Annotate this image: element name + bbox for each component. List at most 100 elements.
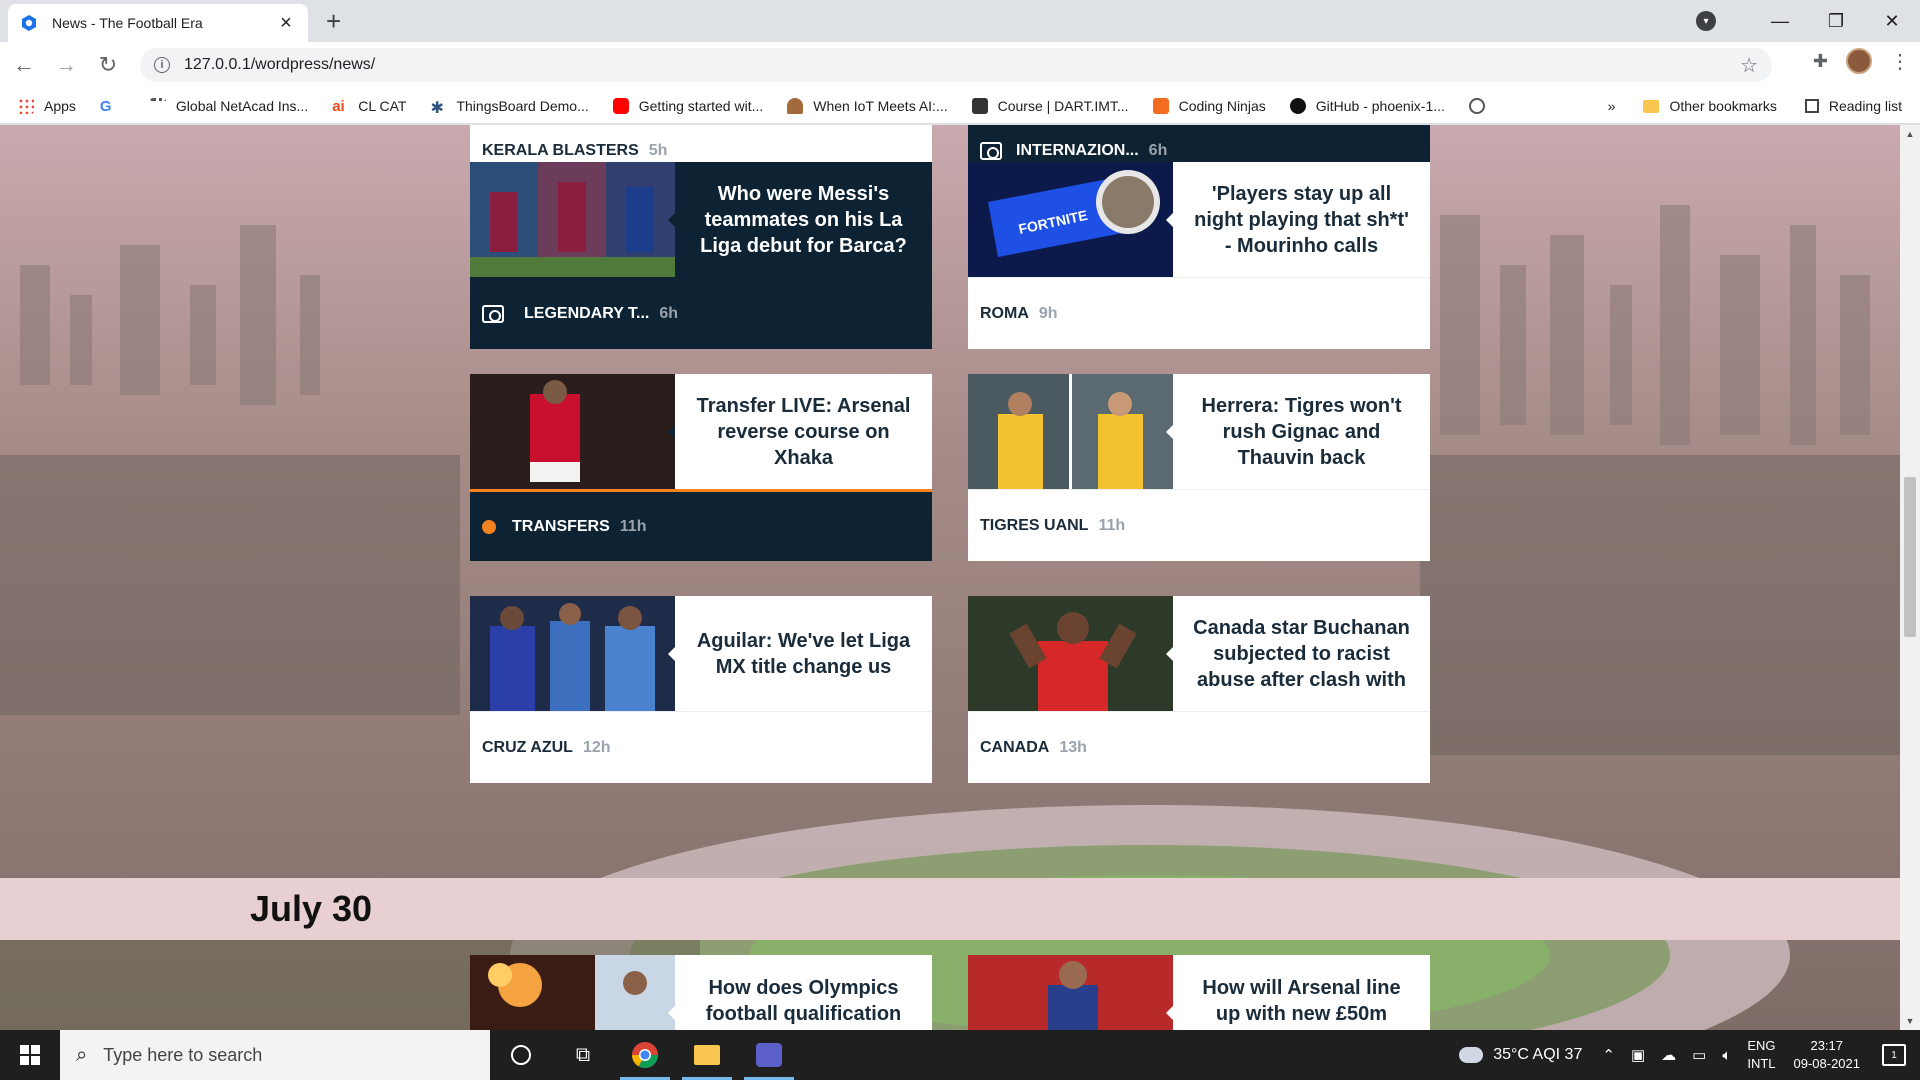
news-card[interactable]: Aguilar: We've let Liga MX title change …	[470, 596, 932, 783]
page-scrollbar[interactable]: ▲ ▼	[1900, 125, 1920, 1030]
card-headline[interactable]: Aguilar: We've let Liga MX title change …	[675, 596, 932, 711]
other-bookmarks-folder[interactable]: Other bookmarks	[1643, 98, 1777, 114]
scroll-up-arrow-icon[interactable]: ▲	[1900, 129, 1920, 139]
bookmark-dart[interactable]: Course | DART.IMT...	[971, 97, 1129, 114]
card-footer: TIGRES UANL 11h	[968, 489, 1430, 561]
reload-button[interactable]: ↻	[90, 47, 126, 83]
card-category[interactable]: TIGRES UANL	[980, 517, 1088, 535]
url-text[interactable]: 127.0.0.1/wordpress/news/	[184, 56, 375, 74]
close-window-button[interactable]: ✕	[1864, 11, 1920, 32]
new-tab-button[interactable]: +	[326, 8, 341, 34]
date-section-header: July 30	[0, 878, 1900, 940]
reading-list-icon	[1804, 99, 1819, 113]
partial-card-footer[interactable]: KERALA BLASTERS 5h	[470, 125, 932, 162]
card-headline[interactable]: Who were Messi's teammates on his La Lig…	[675, 162, 932, 277]
news-card[interactable]: Herrera: Tigres won't rush Gignac and Th…	[968, 374, 1430, 561]
card-time: 11h	[1098, 516, 1126, 534]
card-category[interactable]: CANADA	[980, 739, 1049, 757]
cortana-button[interactable]	[490, 1030, 552, 1080]
card-headline[interactable]: Canada star Buchanan subjected to racist…	[1173, 596, 1430, 711]
google-icon: G	[99, 97, 112, 115]
site-info-icon[interactable]: i	[154, 57, 170, 73]
bookmark-apps[interactable]: Apps	[18, 97, 76, 114]
minimize-button[interactable]: —	[1752, 11, 1808, 32]
scrollbar-thumb[interactable]	[1904, 477, 1916, 637]
news-card[interactable]: How will Arsenal line up with new £50m s…	[968, 955, 1430, 1030]
bookmark-coding-ninjas[interactable]: Coding Ninjas	[1152, 97, 1266, 114]
tab-close-icon[interactable]: ×	[276, 13, 296, 33]
bookmark-star-icon[interactable]: ☆	[1740, 53, 1758, 78]
teams-taskbar-app[interactable]	[738, 1030, 800, 1080]
news-card[interactable]: How does Olympics football qualification	[470, 955, 932, 1030]
address-bar[interactable]: i 127.0.0.1/wordpress/news/ ☆	[140, 48, 1772, 82]
bookmark-cl-cat[interactable]: ai CL CAT	[332, 98, 406, 115]
search-placeholder: Type here to search	[103, 1044, 263, 1065]
taskbar-search-input[interactable]: ⌕ Type here to search	[60, 1030, 490, 1080]
onedrive-cloud-icon[interactable]: ☁	[1661, 1046, 1676, 1064]
camera-icon	[482, 305, 504, 323]
card-headline[interactable]: How will Arsenal line up with new £50m s…	[1173, 955, 1430, 1030]
card-category[interactable]: TRANSFERS	[512, 518, 610, 536]
teams-icon	[756, 1043, 782, 1067]
card-headline[interactable]: How does Olympics football qualification	[675, 955, 932, 1030]
camera-icon	[980, 142, 1002, 160]
card-category: KERALA BLASTERS	[482, 142, 639, 159]
card-headline[interactable]: 'Players stay up all night playing that …	[1173, 162, 1430, 277]
bookmark-netacad[interactable]: Global NetAcad Ins...	[149, 97, 308, 114]
card-category[interactable]: ROMA	[980, 305, 1029, 323]
person-icon	[787, 97, 804, 114]
file-explorer-taskbar-app[interactable]	[676, 1030, 738, 1080]
notification-center-icon[interactable]: 1	[1882, 1044, 1906, 1066]
clock-date: 09-08-2021	[1793, 1056, 1861, 1071]
chrome-taskbar-app[interactable]	[614, 1030, 676, 1080]
bookmark-iot-ai[interactable]: When IoT Meets AI:...	[787, 97, 948, 114]
news-card[interactable]: Transfer LIVE: Arsenal reverse course on…	[470, 374, 932, 561]
restore-button[interactable]: ❐	[1808, 11, 1864, 32]
task-view-icon: ⧉	[575, 1043, 591, 1066]
bookmarks-overflow-button[interactable]: »	[1608, 98, 1616, 114]
partial-card-footer[interactable]: INTERNAZION... 6h	[968, 125, 1430, 162]
browser-menu-icon[interactable]: ⋮	[1890, 49, 1910, 74]
extensions-puzzle-icon[interactable]: ✚	[1813, 51, 1828, 72]
bookmark-thingsboard[interactable]: ✱ ThingsBoard Demo...	[430, 98, 588, 117]
live-dot-icon	[482, 519, 496, 534]
bookmark-google[interactable]: G	[99, 97, 126, 115]
weather-widget[interactable]: 35°C AQI 37	[1455, 1041, 1582, 1064]
back-button[interactable]: ←	[6, 47, 42, 83]
other-bookmarks-label: Other bookmarks	[1669, 98, 1777, 114]
card-category[interactable]: CRUZ AZUL	[482, 739, 573, 757]
card-category[interactable]: LEGENDARY T...	[524, 305, 649, 323]
language-indicator[interactable]: ENG INTL	[1747, 1037, 1775, 1073]
browser-tab[interactable]: News - The Football Era ×	[8, 4, 308, 42]
bookmark-label: Getting started wit...	[638, 97, 764, 114]
clock[interactable]: 23:17 09-08-2021	[1794, 1037, 1861, 1073]
news-card[interactable]: Who were Messi's teammates on his La Lig…	[470, 162, 932, 349]
reading-list-label: Reading list	[1828, 98, 1902, 114]
bookmark-github[interactable]: GitHub - phoenix-1...	[1289, 97, 1445, 114]
bookmark-label: GitHub - phoenix-1...	[1315, 97, 1445, 114]
card-headline[interactable]: Herrera: Tigres won't rush Gignac and Th…	[1173, 374, 1430, 489]
news-card[interactable]: FORTNITE 'Players stay up all night play…	[968, 162, 1430, 349]
start-button[interactable]	[0, 1030, 60, 1080]
scroll-down-arrow-icon[interactable]: ▼	[1900, 1016, 1920, 1026]
page-viewport: KERALA BLASTERS 5h INTERNAZION... 6h Who…	[0, 125, 1900, 1030]
tab-search-icon[interactable]: ▾	[1696, 11, 1716, 31]
bookmark-label: Course | DART.IMT...	[997, 97, 1129, 114]
search-icon: ⌕	[76, 1043, 88, 1066]
card-headline[interactable]: Transfer LIVE: Arsenal reverse course on…	[675, 374, 932, 489]
tray-device-icon[interactable]: ▣	[1631, 1046, 1645, 1064]
profile-avatar[interactable]	[1846, 48, 1872, 74]
bookmark-youtube[interactable]: Getting started wit...	[612, 97, 764, 114]
forward-button[interactable]: →	[48, 47, 84, 83]
bookmark-globe[interactable]	[1468, 97, 1495, 114]
windows-taskbar: ⌕ Type here to search ⧉ 35°C AQI 37 ⌃ ▣ …	[0, 1030, 1920, 1080]
reading-list-button[interactable]: Reading list	[1804, 98, 1902, 114]
task-view-button[interactable]: ⧉	[552, 1030, 614, 1080]
site-favicon-icon	[22, 15, 36, 31]
partly-cloudy-icon	[1455, 1041, 1484, 1063]
show-hidden-icons-button[interactable]: ⌃	[1602, 1046, 1615, 1064]
bookmark-label: Apps	[44, 97, 76, 114]
news-card[interactable]: Canada star Buchanan subjected to racist…	[968, 596, 1430, 783]
battery-icon[interactable]: ▭	[1692, 1046, 1706, 1064]
volume-icon[interactable]: 🔈︎	[1722, 1047, 1731, 1064]
